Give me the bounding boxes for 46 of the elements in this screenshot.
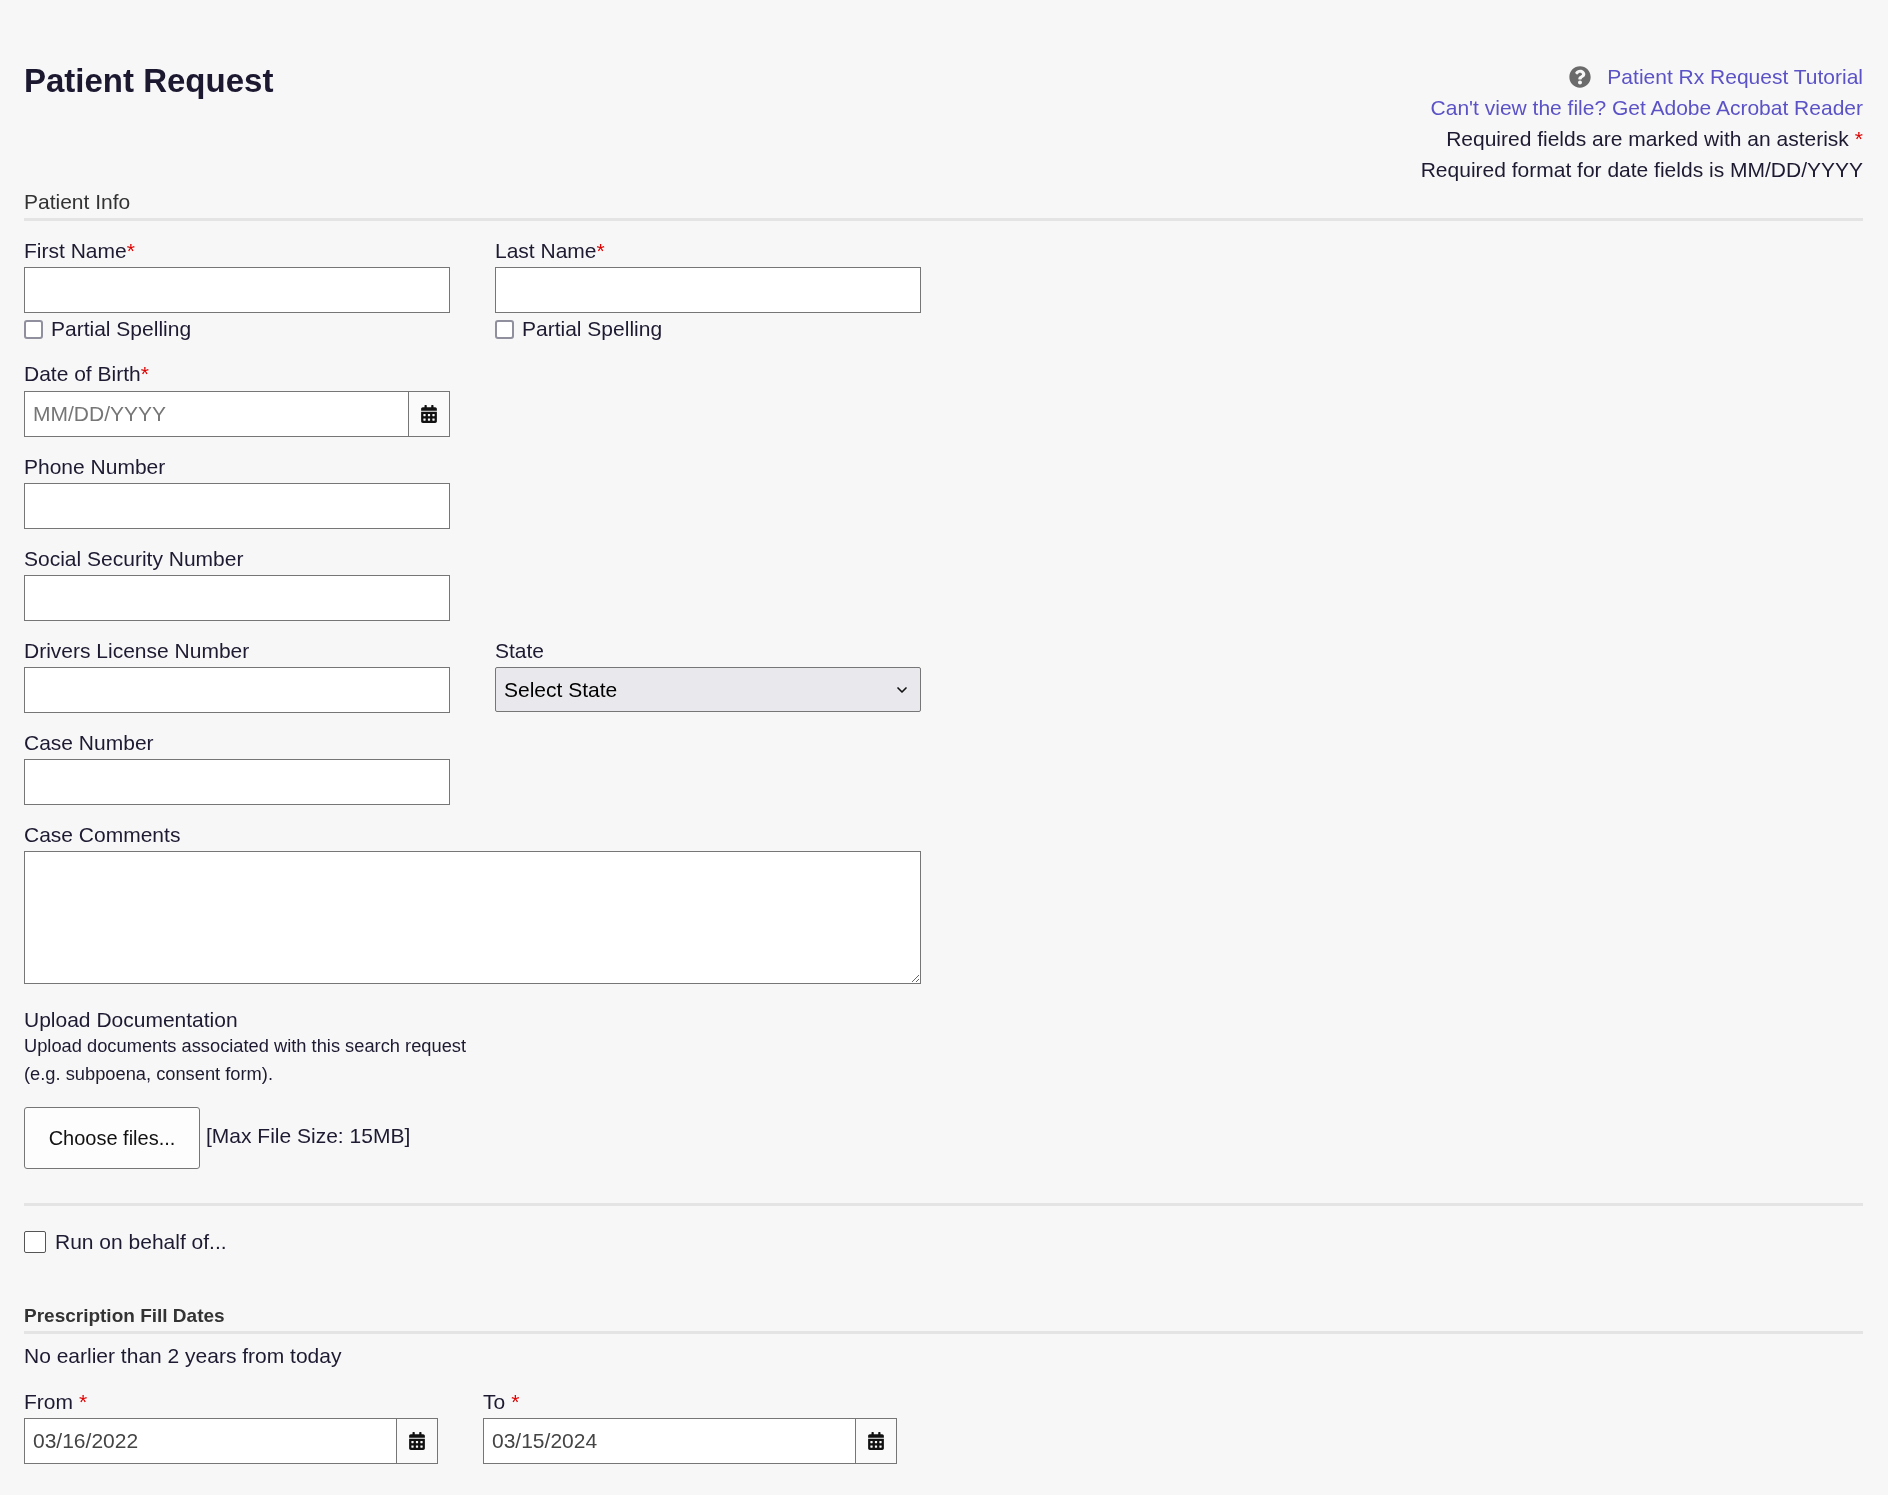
tutorial-link[interactable]: Patient Rx Request Tutorial <box>1607 61 1863 92</box>
choose-files-button[interactable]: Choose files... <box>24 1107 200 1169</box>
checkbox-label[interactable]: Run on behalf of... <box>55 1230 227 1254</box>
checkbox[interactable] <box>495 319 514 339</box>
section-heading: Prescription Fill Dates <box>24 1304 225 1328</box>
reader-download-link[interactable]: Can't view the file? Get Adobe Acrobat Reader <box>1430 92 1863 123</box>
text-input-field[interactable] <box>24 267 450 313</box>
date-input-field[interactable]: 03/15/2024 <box>483 1418 856 1464</box>
calendar-button[interactable] <box>409 391 450 437</box>
field-label: From * <box>24 1390 88 1414</box>
text-input-field[interactable] <box>495 267 921 313</box>
field-label: To * <box>483 1390 520 1414</box>
text-input-field[interactable] <box>24 483 450 529</box>
checkbox-label[interactable]: Partial Spelling <box>51 317 192 341</box>
checkbox-label[interactable]: Partial Spelling <box>522 317 663 341</box>
checkbox[interactable] <box>24 1231 46 1253</box>
date-range-note: No earlier than 2 years from today <box>24 1344 342 1368</box>
calendar-button[interactable] <box>856 1418 897 1464</box>
text-input-field[interactable] <box>24 575 450 621</box>
date-input-field[interactable]: MM/DD/YYYY <box>24 391 409 437</box>
field-label: Last Name* <box>495 239 605 263</box>
state-dropdown[interactable]: Select State <box>495 667 921 712</box>
checkbox[interactable] <box>24 319 43 339</box>
section-title: Upload Documentation <box>24 1008 238 1032</box>
field-label: Case Comments <box>24 823 181 847</box>
help-icon[interactable] <box>1569 65 1592 88</box>
field-label: Case Number <box>24 731 154 755</box>
section-heading: Patient Info <box>24 190 131 214</box>
field-label: Phone Number <box>24 455 166 479</box>
required-fields-note: Required fields are marked with an asterisk * <box>1446 126 1863 152</box>
date-format-note: Required format for date fields is MM/DD/YYYY <box>1420 157 1863 183</box>
field-label: State <box>495 639 545 663</box>
date-input-field[interactable]: 03/16/2022 <box>24 1418 397 1464</box>
calendar-button[interactable] <box>397 1418 438 1464</box>
field-label: First Name* <box>24 239 135 263</box>
page-title: Patient Request <box>24 61 274 101</box>
calendar-icon <box>868 1432 884 1450</box>
upload-description: Upload documents associated with this search request (e.g. subpoena, consent form). <box>24 1034 468 1086</box>
field-label: Social Security Number <box>24 547 244 571</box>
calendar-icon <box>409 1432 425 1450</box>
calendar-icon <box>421 405 437 423</box>
field-label: Drivers License Number <box>24 639 250 663</box>
max-file-size-note: [Max File Size: 15MB] <box>206 1123 411 1150</box>
field-label: Date of Birth* <box>24 362 149 386</box>
text-input-field[interactable] <box>24 759 450 805</box>
text-input-field[interactable] <box>24 667 450 713</box>
